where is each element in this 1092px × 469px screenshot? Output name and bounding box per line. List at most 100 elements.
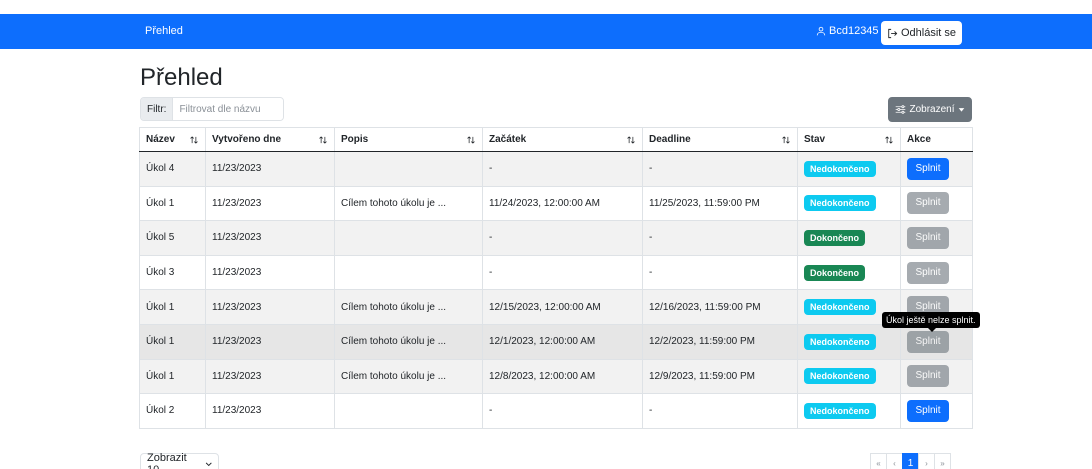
complete-button[interactable]: Splnit [907, 157, 949, 180]
cell-status: Nedokončeno [797, 359, 901, 395]
col-header-deadline[interactable]: Deadline [642, 127, 798, 152]
cell-created: 11/23/2023 [205, 220, 335, 256]
complete-button[interactable]: Splnit [907, 226, 949, 249]
complete-button[interactable]: Splnit [907, 261, 949, 284]
table-row: Úkol 2 11/23/2023 - - Nedokončeno Splnit [139, 393, 973, 429]
cell-name: Úkol 1 [139, 324, 206, 360]
cell-action: Splnit [900, 220, 973, 256]
page-prev[interactable]: ‹ [886, 453, 903, 469]
logout-button[interactable]: Odhlásit se [881, 21, 962, 45]
status-badge: Nedokončeno [804, 195, 876, 212]
table-row: Úkol 1 11/23/2023 Cílem tohoto úkolu je … [139, 359, 973, 395]
view-dropdown-button[interactable]: Zobrazení [888, 97, 972, 122]
table-row: Úkol 1 11/23/2023 Cílem tohoto úkolu je … [139, 289, 973, 325]
filter-group: Filtr: [140, 97, 284, 121]
cell-start: 12/1/2023, 12:00:00 AM [482, 324, 643, 360]
cell-status: Nedokončeno [797, 151, 901, 187]
cell-name: Úkol 5 [139, 220, 206, 256]
cell-deadline: 12/2/2023, 11:59:00 PM [642, 324, 798, 360]
chevron-down-icon [205, 462, 212, 467]
sort-icon[interactable] [781, 135, 791, 145]
pagination: « ‹ 1 › » [870, 453, 951, 469]
col-header-status[interactable]: Stav [797, 127, 901, 152]
cell-status: Dokončeno [797, 220, 901, 256]
cell-created: 11/23/2023 [205, 151, 335, 187]
tooltip: Úkol ještě nelze splnit. [882, 312, 980, 328]
complete-button[interactable]: Splnit [907, 192, 949, 215]
table-header-row: Název Vytvořeno dne Popis Začátek Deadli… [139, 127, 973, 152]
cell-name: Úkol 1 [139, 186, 206, 222]
cell-name: Úkol 1 [139, 289, 206, 325]
cell-action: Splnit [900, 393, 973, 429]
cell-start: 12/8/2023, 12:00:00 AM [482, 359, 643, 395]
sort-icon[interactable] [626, 135, 636, 145]
logout-label: Odhlásit se [900, 27, 957, 39]
status-badge: Nedokončeno [804, 333, 876, 350]
sort-icon[interactable] [189, 135, 199, 145]
complete-button[interactable]: Splnit [907, 365, 949, 388]
cell-action: Splnit [900, 359, 973, 395]
col-header-desc[interactable]: Popis [334, 127, 483, 152]
cell-desc [334, 255, 483, 291]
col-header-created-label: Vytvořeno dne [212, 134, 282, 145]
page-size-label: Zobrazit 10 [147, 452, 187, 469]
cell-status: Nedokončeno [797, 324, 901, 360]
status-badge: Nedokončeno [804, 402, 876, 419]
table-row: Úkol 1 11/23/2023 Cílem tohoto úkolu je … [139, 324, 973, 360]
sort-icon[interactable] [318, 135, 328, 145]
cell-created: 11/23/2023 [205, 393, 335, 429]
cell-desc [334, 393, 483, 429]
page-size-select[interactable]: Zobrazit 10 [140, 452, 219, 469]
cell-desc [334, 151, 483, 187]
col-header-start[interactable]: Začátek [482, 127, 643, 152]
status-badge: Nedokončeno [804, 368, 876, 385]
cell-name: Úkol 2 [139, 393, 206, 429]
col-header-created[interactable]: Vytvořeno dne [205, 127, 335, 152]
cell-desc: Cílem tohoto úkolu je ... [334, 359, 483, 395]
col-header-actions-label: Akce [907, 134, 931, 145]
cell-name: Úkol 1 [139, 359, 206, 395]
col-header-actions: Akce [900, 127, 973, 152]
table-row: Úkol 5 11/23/2023 - - Dokončeno Splnit [139, 220, 973, 256]
sort-icon[interactable] [466, 135, 476, 145]
status-badge: Dokončeno [804, 229, 866, 246]
cell-status: Dokončeno [797, 255, 901, 291]
cell-action: Splnit [900, 324, 973, 360]
filter-input[interactable] [173, 98, 283, 120]
cell-name: Úkol 4 [139, 151, 206, 187]
col-header-name[interactable]: Název [139, 127, 206, 152]
complete-button[interactable]: Splnit [907, 399, 949, 422]
cell-created: 11/23/2023 [205, 186, 335, 222]
filter-label: Filtr: [141, 98, 174, 120]
col-header-name-label: Název [146, 134, 175, 145]
cell-action: Splnit [900, 255, 973, 291]
table-row: Úkol 1 11/23/2023 Cílem tohoto úkolu je … [139, 186, 973, 222]
cell-created: 11/23/2023 [205, 359, 335, 395]
col-header-deadline-label: Deadline [649, 134, 691, 145]
status-badge: Nedokončeno [804, 160, 876, 177]
cell-name: Úkol 3 [139, 255, 206, 291]
cell-deadline: 12/9/2023, 11:59:00 PM [642, 359, 798, 395]
cell-desc [334, 220, 483, 256]
cell-start: 12/15/2023, 12:00:00 AM [482, 289, 643, 325]
page-last[interactable]: » [934, 453, 951, 469]
cell-created: 11/23/2023 [205, 289, 335, 325]
sort-icon[interactable] [884, 135, 894, 145]
logout-icon [888, 28, 898, 38]
nav-brand-link[interactable]: Přehled [145, 25, 183, 37]
cell-start: - [482, 151, 643, 187]
page-next[interactable]: › [918, 453, 935, 469]
cell-status: Nedokončeno [797, 186, 901, 222]
cell-created: 11/23/2023 [205, 324, 335, 360]
tooltip-arrow [928, 328, 936, 332]
page-current[interactable]: 1 [902, 453, 919, 469]
complete-button[interactable]: Splnit [907, 330, 949, 353]
cell-status: Nedokončeno [797, 393, 901, 429]
col-header-status-label: Stav [804, 134, 826, 145]
cell-start: - [482, 220, 643, 256]
cell-start: - [482, 393, 643, 429]
page-first[interactable]: « [870, 453, 887, 469]
cell-deadline: - [642, 220, 798, 256]
table-row: Úkol 4 11/23/2023 - - Nedokončeno Splnit [139, 151, 973, 187]
cell-start: 11/24/2023, 12:00:00 AM [482, 186, 643, 222]
